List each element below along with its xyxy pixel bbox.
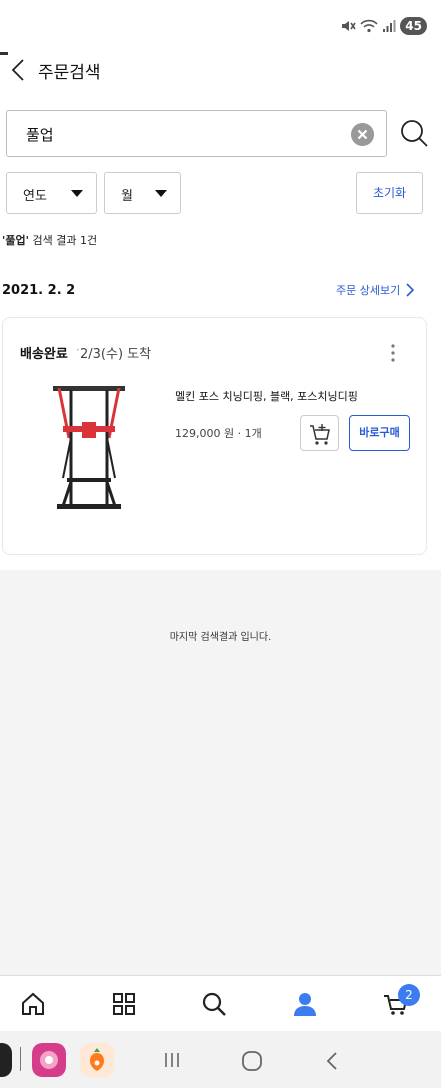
year-select-label: 연도 xyxy=(23,189,47,204)
back-button[interactable] xyxy=(6,54,30,86)
product-name[interactable]: 멜킨 포스 치닝디핑, 블랙, 포스치닝디핑 xyxy=(175,388,358,404)
system-nav-bar xyxy=(0,1031,441,1088)
result-keyword: '풀업' xyxy=(2,234,29,247)
chevron-down-icon xyxy=(155,190,167,197)
product-price: 129,000 원 · 1개 xyxy=(175,427,262,440)
app-shortcut-icon[interactable] xyxy=(0,1043,12,1077)
clear-icon[interactable] xyxy=(351,123,374,146)
add-to-cart-button[interactable] xyxy=(300,415,339,451)
mute-icon xyxy=(342,21,356,31)
more-options-icon[interactable] xyxy=(385,342,401,364)
home-icon[interactable] xyxy=(19,990,47,1018)
carrot-app-icon[interactable] xyxy=(80,1043,114,1077)
end-of-results-message: 마지막 검색결과 입니다. xyxy=(169,632,272,643)
result-summary: '풀업' 검색 결과 1건 xyxy=(2,232,97,248)
home-button-icon[interactable] xyxy=(241,1050,263,1072)
search-icon[interactable] xyxy=(200,990,228,1018)
order-card: 배송완료 · 2/3(수) 도착 멜킨 포스 치닝디핑, 블랙, 포스치닝디핑 … xyxy=(2,317,427,555)
buy-now-button[interactable]: 바로구매 xyxy=(349,415,410,451)
battery-level: 45 xyxy=(400,17,427,35)
cart-plus-icon xyxy=(310,424,330,445)
category-icon[interactable] xyxy=(110,990,138,1018)
cart-count-badge: 2 xyxy=(398,984,420,1006)
year-select[interactable]: 연도 xyxy=(6,172,97,214)
order-date: 2021. 2. 2 xyxy=(2,283,76,298)
gallery-app-icon[interactable] xyxy=(32,1043,66,1077)
back-nav-icon[interactable] xyxy=(324,1051,340,1071)
product-image[interactable] xyxy=(41,378,137,518)
signal-icon xyxy=(383,20,396,32)
status-bar: 45 xyxy=(0,0,441,48)
search-icon[interactable] xyxy=(399,118,429,148)
result-count-text: 검색 결과 1건 xyxy=(28,234,98,247)
search-input[interactable]: 풀업 xyxy=(6,110,387,157)
status-icons: 45 xyxy=(340,17,427,35)
my-page-icon[interactable] xyxy=(291,990,319,1018)
order-detail-link[interactable]: 주문 상세보기 xyxy=(336,282,415,298)
chevron-right-icon xyxy=(406,283,415,297)
divider xyxy=(20,1047,21,1071)
order-detail-label: 주문 상세보기 xyxy=(336,284,401,297)
wifi-icon xyxy=(360,19,378,33)
arrival-date: 2/3(수) 도착 xyxy=(80,347,152,362)
header: 주문검색 xyxy=(0,48,441,94)
main-content: 풀업 연도 월 초기화 '풀업' 검색 결과 1건 2021. 2. 2 주문 … xyxy=(0,94,441,570)
bottom-nav: 2 xyxy=(0,975,441,1031)
month-select[interactable]: 월 xyxy=(104,172,181,214)
page-title: 주문검색 xyxy=(38,63,101,83)
delivery-status: 배송완료 xyxy=(20,347,68,362)
month-select-label: 월 xyxy=(121,189,133,204)
chevron-down-icon xyxy=(71,190,83,197)
search-query: 풀업 xyxy=(26,126,54,144)
reset-button[interactable]: 초기화 xyxy=(356,172,423,214)
recent-apps-icon[interactable] xyxy=(163,1051,181,1069)
